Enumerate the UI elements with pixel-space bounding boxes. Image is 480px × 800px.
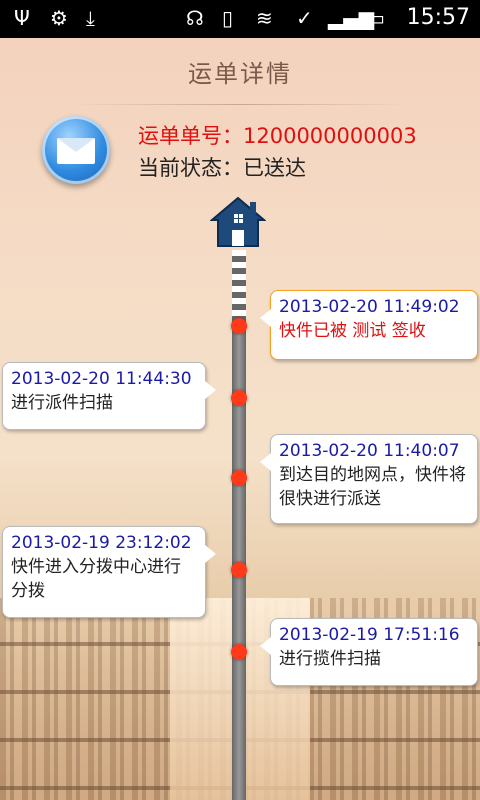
status-bar: Ψ ⚙ ⤓ ☊ ▯ ≋ ✓ ▂▄▆ ▭ 15:57 — [0, 0, 480, 38]
timeline-dot — [231, 562, 247, 578]
event-description: 到达目的地网点，快件将很快进行派送 — [279, 465, 466, 509]
timeline-dot — [231, 470, 247, 486]
timeline-track-top — [232, 250, 246, 320]
event-time: 2013-02-20 11:49:02 — [279, 297, 460, 317]
event-time: 2013-02-19 17:51:16 — [279, 625, 460, 645]
house-icon — [210, 196, 266, 247]
android-debug-icon: ⚙ — [50, 6, 68, 30]
event-description: 进行揽件扫描 — [279, 649, 381, 669]
timeline-dot — [231, 390, 247, 406]
timeline-dot — [231, 644, 247, 660]
battery-charging-icon: ▭ — [366, 6, 385, 30]
title-divider — [70, 104, 410, 105]
event-time: 2013-02-19 23:12:02 — [11, 533, 192, 553]
usb-icon: Ψ — [14, 6, 30, 30]
order-status: 当前状态：已送达 — [138, 156, 306, 180]
event-description: 进行派件扫描 — [11, 393, 113, 413]
event-description: 快件进入分拨中心进行分拨 — [11, 557, 181, 601]
timeline-event: 2013-02-20 11:40:07 到达目的地网点，快件将很快进行派送 — [260, 434, 478, 524]
order-number: 运单单号：1200000000003 — [138, 124, 417, 148]
timeline-event: 2013-02-20 11:49:02 快件已被 测试 签收 — [260, 290, 478, 360]
clock: 15:57 — [406, 5, 470, 30]
order-detail-screen: 运单详情 运单单号：1200000000003 当前状态：已送达 2013-02… — [0, 38, 480, 800]
mail-icon — [42, 116, 110, 184]
event-description: 快件已被 测试 签收 — [279, 321, 426, 341]
download-icon: ⤓ — [86, 6, 95, 30]
timeline-event: 2013-02-20 11:44:30 进行派件扫描 — [2, 362, 216, 430]
event-time: 2013-02-20 11:44:30 — [11, 369, 192, 389]
vibrate-icon: ▯ — [222, 6, 234, 30]
timeline-event: 2013-02-19 17:51:16 进行揽件扫描 — [260, 618, 478, 686]
headset-icon: ☊ — [186, 6, 204, 30]
timeline-dot — [231, 318, 247, 334]
sync-icon: ✓ — [296, 6, 313, 30]
timeline-event: 2013-02-19 23:12:02 快件进入分拨中心进行分拨 — [2, 526, 216, 618]
wifi-icon: ≋ — [256, 6, 273, 30]
event-time: 2013-02-20 11:40:07 — [279, 441, 460, 461]
page-title: 运单详情 — [188, 60, 292, 88]
